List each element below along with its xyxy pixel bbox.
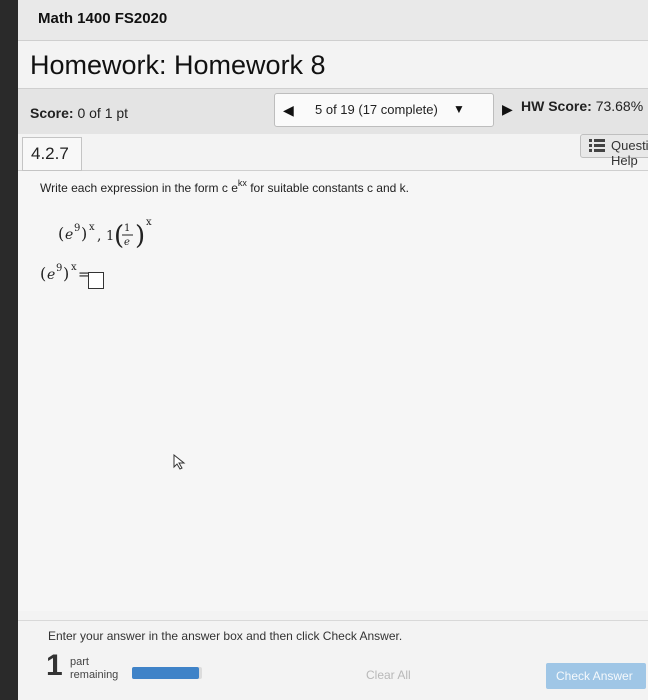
question-number: 4.2.7 [31,144,69,163]
svg-text:,: , [97,228,101,244]
homework-title: Homework: Homework 8 [30,50,326,80]
prev-arrow-icon[interactable]: ◀ [283,101,297,119]
answer-expression: ( e 9 ) x = [40,262,90,283]
question-number-row: 4.2.7 Question Help [18,134,648,171]
given-expressions: ( e 9 ) x , 1 ( 1 e ) x [58,217,152,251]
question-navigator[interactable]: ◀ 5 of 19 (17 complete) ▼ [274,93,494,127]
svg-text:x: x [89,222,95,233]
score-row: Score: 0 of 1 pt ◀ 5 of 19 (17 complete)… [18,88,648,136]
svg-text:(: ( [58,224,64,243]
svg-text:(: ( [40,264,46,283]
question-number-box: 4.2.7 [22,137,82,171]
svg-text:9: 9 [74,223,80,234]
svg-text:1: 1 [124,223,130,234]
svg-text:): ) [135,221,145,251]
mymathlab-screen: Math 1400 FS2020 Homework: Homework 8 Sc… [18,0,648,700]
answer-instruction: Enter your answer in the answer box and … [48,629,403,643]
svg-text:e: e [124,237,130,248]
clear-all-button[interactable]: Clear All [366,668,411,682]
remaining-label: remaining [70,669,119,681]
question-instruction: Write each expression in the form c ekx … [40,178,409,195]
question-content: Write each expression in the form c ekx … [18,171,648,611]
question-help-button[interactable]: Question Help [580,134,648,168]
course-title: Math 1400 FS2020 [38,10,168,27]
answer-input-box[interactable] [88,272,104,289]
next-arrow-icon[interactable]: ▶ [502,100,516,118]
svg-text:): ) [63,264,69,283]
mouse-cursor-icon [173,454,186,470]
svg-text:x: x [71,262,77,273]
svg-text:e: e [47,267,55,283]
svg-text:e: e [65,227,73,243]
svg-text:x: x [146,217,152,228]
parts-progress-bar [132,667,202,679]
homework-score: HW Score: 73.68% [521,98,644,114]
dropdown-caret-icon[interactable]: ▼ [453,102,465,116]
svg-text:9: 9 [56,263,62,274]
answer-footer: Enter your answer in the answer box and … [18,620,648,700]
course-header: Math 1400 FS2020 [18,0,648,41]
question-help-label[interactable]: Question Help [611,138,648,168]
question-position[interactable]: 5 of 19 (17 complete) [315,102,438,117]
svg-text:(: ( [114,221,124,251]
check-answer-label[interactable]: Check Answer [556,669,633,683]
question-score: Score: 0 of 1 pt [30,105,129,121]
check-answer-button[interactable]: Check Answer [546,663,646,689]
parts-progress-fill [132,667,199,679]
parts-remaining-count: 1 [46,649,63,682]
homework-header: Homework: Homework 8 [18,48,648,88]
svg-text:): ) [81,224,87,243]
list-icon [589,139,605,152]
parts-label: part [70,656,89,668]
